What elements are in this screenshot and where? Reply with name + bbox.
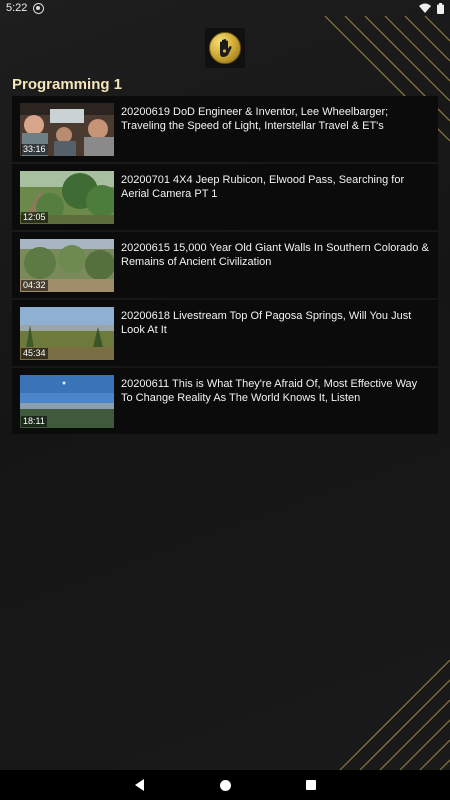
home-icon[interactable] [218, 778, 232, 792]
video-title[interactable]: 20200701 4X4 Jeep Rubicon, Elwood Pass, … [121, 171, 430, 201]
video-duration: 33:16 [21, 144, 48, 155]
battery-icon [437, 2, 444, 14]
system-nav-bar [0, 770, 450, 800]
video-thumbnail[interactable]: 04:32 [20, 239, 114, 292]
video-duration: 04:32 [21, 280, 48, 291]
section-title: Programming 1 [12, 76, 123, 93]
video-thumbnail[interactable]: 45:34 [20, 307, 114, 360]
recents-icon[interactable] [304, 778, 318, 792]
wifi-icon [419, 3, 431, 13]
video-thumbnail[interactable]: 18:11 [20, 375, 114, 428]
app-logo [205, 28, 245, 68]
sync-icon [33, 2, 45, 14]
status-bar: 5:22 [0, 0, 450, 16]
video-duration: 45:34 [21, 348, 48, 359]
video-item[interactable]: 33:16 20200619 DoD Engineer & Inventor, … [12, 96, 438, 162]
video-item[interactable]: 04:32 20200615 15,000 Year Old Giant Wal… [12, 232, 438, 298]
video-item[interactable]: 12:05 20200701 4X4 Jeep Rubicon, Elwood … [12, 164, 438, 230]
video-title[interactable]: 20200618 Livestream Top Of Pagosa Spring… [121, 307, 430, 337]
video-title[interactable]: 20200611 This is What They're Afraid Of,… [121, 375, 430, 405]
video-list: 33:16 20200619 DoD Engineer & Inventor, … [12, 96, 438, 434]
status-time: 5:22 [6, 2, 28, 14]
video-item[interactable]: 45:34 20200618 Livestream Top Of Pagosa … [12, 300, 438, 366]
video-thumbnail[interactable]: 33:16 [20, 103, 114, 156]
video-duration: 18:11 [21, 416, 47, 427]
video-title[interactable]: 20200619 DoD Engineer & Inventor, Lee Wh… [121, 103, 430, 133]
video-duration: 12:05 [21, 212, 48, 223]
back-icon[interactable] [132, 778, 146, 792]
hand-emblem-icon [209, 32, 241, 64]
video-thumbnail[interactable]: 12:05 [20, 171, 114, 224]
video-item[interactable]: 18:11 20200611 This is What They're Afra… [12, 368, 438, 434]
video-title[interactable]: 20200615 15,000 Year Old Giant Walls In … [121, 239, 430, 269]
